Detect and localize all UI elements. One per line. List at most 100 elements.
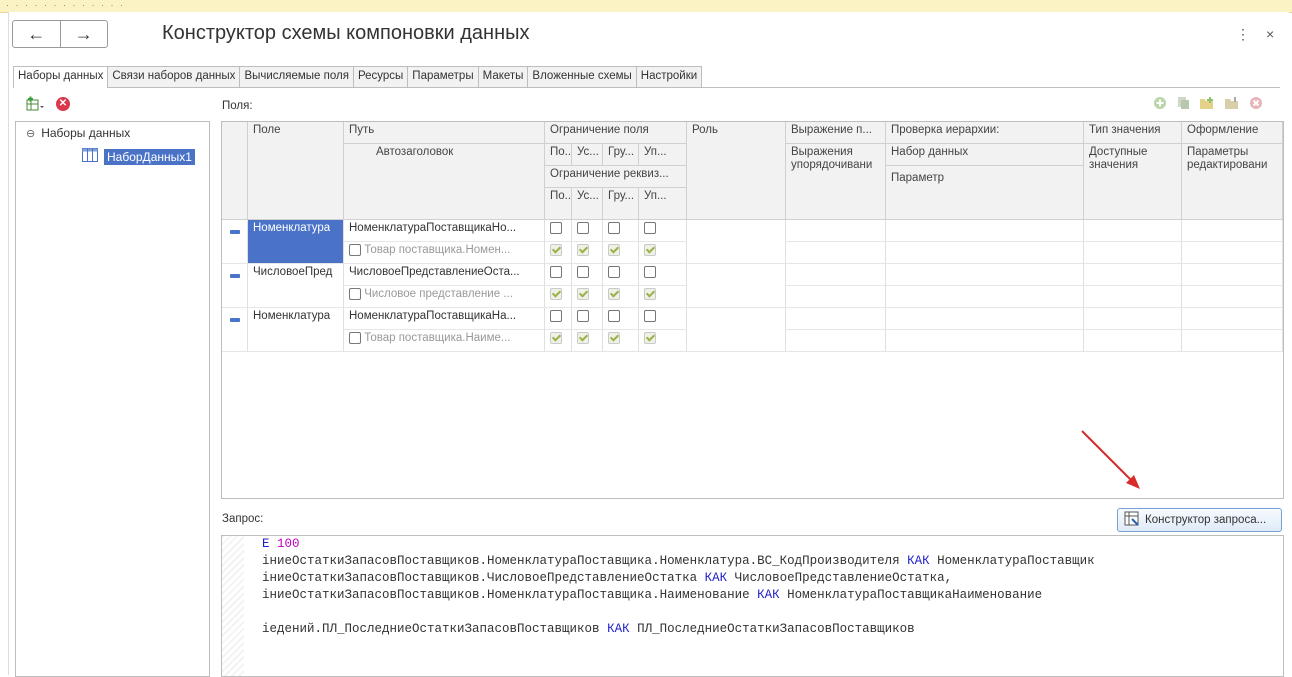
header-a1[interactable]: По... bbox=[545, 188, 572, 220]
header-avail-values[interactable]: Доступные значения bbox=[1084, 144, 1182, 220]
edit-params-cell[interactable] bbox=[1182, 242, 1283, 264]
edit-params-cell[interactable] bbox=[1182, 330, 1283, 352]
restriction-checkbox-cell[interactable] bbox=[572, 308, 603, 330]
table-row-title[interactable]: Товар поставщика.Наиме... bbox=[344, 330, 545, 352]
autotitle-checkbox[interactable] bbox=[349, 244, 361, 256]
tab-datasets[interactable]: Наборы данных bbox=[13, 66, 109, 88]
restriction-checkbox[interactable] bbox=[644, 310, 656, 322]
attr-checkbox[interactable] bbox=[644, 244, 656, 256]
header-attr-restriction[interactable]: Ограничение реквиз... bbox=[545, 166, 687, 188]
add-dataset-icon[interactable] bbox=[26, 96, 44, 112]
hier-cell[interactable] bbox=[886, 220, 1084, 242]
header-role[interactable]: Роль bbox=[687, 122, 786, 220]
more-menu-button[interactable]: ⋮ bbox=[1236, 26, 1250, 43]
restriction-checkbox-cell[interactable] bbox=[639, 264, 687, 286]
attr-checkbox[interactable] bbox=[644, 288, 656, 300]
edit-params-cell[interactable] bbox=[1182, 286, 1283, 308]
restriction-checkbox[interactable] bbox=[577, 266, 589, 278]
attr-checkbox-cell[interactable] bbox=[572, 242, 603, 264]
header-r2[interactable]: Ус... bbox=[572, 144, 603, 166]
avail-cell[interactable] bbox=[1084, 242, 1182, 264]
role-cell[interactable] bbox=[687, 308, 786, 352]
expr-cell[interactable] bbox=[786, 308, 886, 330]
table-row-field[interactable]: Номенклатура bbox=[248, 220, 344, 264]
tab-dataset-links[interactable]: Связи наборов данных bbox=[107, 66, 241, 87]
header-path[interactable]: Путь bbox=[344, 122, 545, 144]
param-cell[interactable] bbox=[886, 286, 1084, 308]
header-a2[interactable]: Ус... bbox=[572, 188, 603, 220]
attr-checkbox[interactable] bbox=[644, 332, 656, 344]
header-hier-check[interactable]: Проверка иерархии: bbox=[886, 122, 1084, 144]
type-cell[interactable] bbox=[1084, 264, 1182, 286]
header-dataset[interactable]: Набор данных bbox=[886, 144, 1084, 166]
attr-checkbox-cell[interactable] bbox=[639, 330, 687, 352]
attr-checkbox[interactable] bbox=[550, 288, 562, 300]
restriction-checkbox[interactable] bbox=[644, 222, 656, 234]
back-button[interactable]: ← bbox=[13, 21, 61, 47]
format-cell[interactable] bbox=[1182, 264, 1283, 286]
remove-icon[interactable] bbox=[1249, 96, 1263, 113]
restriction-checkbox[interactable] bbox=[608, 266, 620, 278]
table-row-path[interactable]: ЧисловоеПредставлениеОста... bbox=[344, 264, 545, 286]
header-a3[interactable]: Гру... bbox=[603, 188, 639, 220]
header-r1[interactable]: По... bbox=[545, 144, 572, 166]
attr-checkbox-cell[interactable] bbox=[545, 242, 572, 264]
attr-checkbox-cell[interactable] bbox=[545, 330, 572, 352]
attr-checkbox-cell[interactable] bbox=[639, 242, 687, 264]
restriction-checkbox[interactable] bbox=[577, 222, 589, 234]
table-row-path[interactable]: НоменклатураПоставщикаНо... bbox=[344, 220, 545, 242]
header-edit-params[interactable]: Параметры редактировани bbox=[1182, 144, 1283, 220]
attr-checkbox-cell[interactable] bbox=[603, 330, 639, 352]
header-expr-order[interactable]: Выражения упорядочивани bbox=[786, 144, 886, 220]
expr-order-cell[interactable] bbox=[786, 330, 886, 352]
avail-cell[interactable] bbox=[1084, 330, 1182, 352]
header-r3[interactable]: Гру... bbox=[603, 144, 639, 166]
query-builder-button[interactable]: Конструктор запроса... bbox=[1117, 508, 1282, 532]
row-marker[interactable] bbox=[222, 308, 248, 352]
expr-order-cell[interactable] bbox=[786, 286, 886, 308]
restriction-checkbox[interactable] bbox=[644, 266, 656, 278]
restriction-checkbox[interactable] bbox=[550, 222, 562, 234]
restriction-checkbox[interactable] bbox=[608, 222, 620, 234]
role-cell[interactable] bbox=[687, 264, 786, 308]
attr-checkbox-cell[interactable] bbox=[639, 286, 687, 308]
avail-cell[interactable] bbox=[1084, 286, 1182, 308]
expr-cell[interactable] bbox=[786, 220, 886, 242]
folder-icon[interactable] bbox=[1224, 96, 1240, 113]
header-param[interactable]: Параметр bbox=[886, 166, 1084, 220]
restriction-checkbox-cell[interactable] bbox=[572, 220, 603, 242]
table-row-title[interactable]: Числовое представление ... bbox=[344, 286, 545, 308]
role-cell[interactable] bbox=[687, 220, 786, 264]
format-cell[interactable] bbox=[1182, 308, 1283, 330]
attr-checkbox[interactable] bbox=[550, 332, 562, 344]
tree-item-dataset1[interactable]: НаборДанных1 bbox=[82, 148, 195, 165]
header-autotitle[interactable]: Автозаголовок bbox=[344, 144, 545, 220]
table-row-field[interactable]: Номенклатура bbox=[248, 308, 344, 352]
restriction-checkbox[interactable] bbox=[550, 266, 562, 278]
tab-settings[interactable]: Настройки bbox=[635, 66, 703, 87]
row-marker[interactable] bbox=[222, 264, 248, 308]
header-format[interactable]: Оформление bbox=[1182, 122, 1283, 144]
expr-cell[interactable] bbox=[786, 264, 886, 286]
header-field-restriction[interactable]: Ограничение поля bbox=[545, 122, 687, 144]
param-cell[interactable] bbox=[886, 242, 1084, 264]
attr-checkbox[interactable] bbox=[577, 244, 589, 256]
attr-checkbox[interactable] bbox=[608, 244, 620, 256]
restriction-checkbox[interactable] bbox=[577, 310, 589, 322]
restriction-checkbox-cell[interactable] bbox=[572, 264, 603, 286]
attr-checkbox[interactable] bbox=[577, 288, 589, 300]
header-r4[interactable]: Уп... bbox=[639, 144, 687, 166]
attr-checkbox-cell[interactable] bbox=[572, 330, 603, 352]
collapse-icon[interactable]: ⊖ bbox=[26, 127, 35, 140]
query-text[interactable]: E 100 іниеОстаткиЗапасовПоставщиков.Номе… bbox=[262, 536, 1095, 638]
table-row-path[interactable]: НоменклатураПоставщикаНа... bbox=[344, 308, 545, 330]
autotitle-checkbox[interactable] bbox=[349, 332, 361, 344]
tab-parameters[interactable]: Параметры bbox=[407, 66, 479, 87]
table-row-field[interactable]: ЧисловоеПред bbox=[248, 264, 344, 308]
restriction-checkbox-cell[interactable] bbox=[545, 308, 572, 330]
restriction-checkbox-cell[interactable] bbox=[545, 220, 572, 242]
hier-cell[interactable] bbox=[886, 308, 1084, 330]
attr-checkbox-cell[interactable] bbox=[603, 242, 639, 264]
restriction-checkbox-cell[interactable] bbox=[545, 264, 572, 286]
copy-icon[interactable] bbox=[1176, 96, 1190, 113]
